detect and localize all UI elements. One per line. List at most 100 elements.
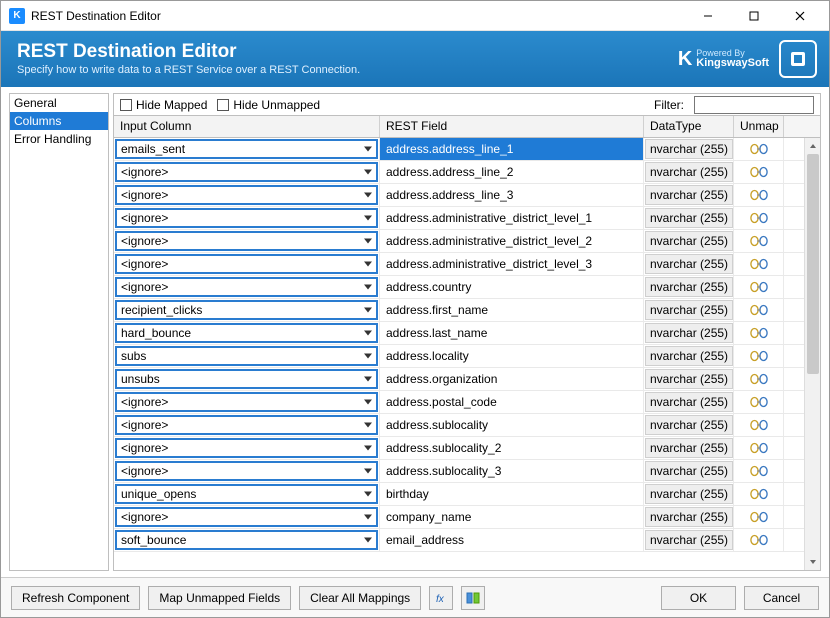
unmap-button[interactable] [750,280,768,294]
table-row[interactable]: <ignore>address.address_line_2nvarchar (… [114,161,820,184]
table-row[interactable]: emails_sentaddress.address_line_1nvarcha… [114,138,820,161]
input-column-dropdown[interactable]: <ignore> [115,185,378,205]
scroll-up-button[interactable] [805,138,821,154]
input-column-dropdown[interactable]: <ignore> [115,507,378,527]
scroll-thumb[interactable] [807,154,819,374]
unmap-button[interactable] [750,441,768,455]
input-column-dropdown[interactable]: <ignore> [115,254,378,274]
documentation-button[interactable] [779,40,817,78]
table-row[interactable]: <ignore>company_namenvarchar (255) [114,506,820,529]
input-column-dropdown[interactable]: <ignore> [115,461,378,481]
table-row[interactable]: recipient_clicksaddress.first_namenvarch… [114,299,820,322]
input-column-dropdown[interactable]: <ignore> [115,392,378,412]
unmap-button[interactable] [750,165,768,179]
header-datatype[interactable]: DataType [644,116,734,137]
clear-all-mappings-button[interactable]: Clear All Mappings [299,586,421,610]
unmap-button[interactable] [750,142,768,156]
sidebar-item-columns[interactable]: Columns [10,112,108,130]
table-row[interactable]: <ignore>address.sublocality_2nvarchar (2… [114,437,820,460]
input-column-dropdown[interactable]: recipient_clicks [115,300,378,320]
datatype-cell: nvarchar (255) [645,461,733,481]
titlebar: K REST Destination Editor [1,1,829,31]
table-row[interactable]: <ignore>address.administrative_district_… [114,207,820,230]
table-row[interactable]: <ignore>address.sublocality_3nvarchar (2… [114,460,820,483]
input-column-dropdown[interactable]: soft_bounce [115,530,378,550]
cancel-button[interactable]: Cancel [744,586,819,610]
datatype-cell: nvarchar (255) [645,277,733,297]
chevron-down-icon [809,558,817,566]
table-row[interactable]: hard_bounceaddress.last_namenvarchar (25… [114,322,820,345]
input-column-dropdown[interactable]: unsubs [115,369,378,389]
unmap-button[interactable] [750,326,768,340]
table-row[interactable]: <ignore>address.postal_codenvarchar (255… [114,391,820,414]
maximize-button[interactable] [731,2,777,30]
unmap-button[interactable] [750,533,768,547]
sidebar-item-general[interactable]: General [10,94,108,112]
close-icon [795,11,805,21]
unmap-button[interactable] [750,464,768,478]
expression-editor-button[interactable]: fx [429,586,453,610]
input-column-dropdown[interactable]: <ignore> [115,438,378,458]
table-row[interactable]: <ignore>address.sublocalitynvarchar (255… [114,414,820,437]
input-column-dropdown[interactable]: emails_sent [115,139,378,159]
svg-text:fx: fx [436,594,445,605]
unmap-button[interactable] [750,418,768,432]
input-column-dropdown[interactable]: subs [115,346,378,366]
hide-unmapped-checkbox[interactable]: Hide Unmapped [217,98,320,112]
table-row[interactable]: soft_bounceemail_addressnvarchar (255) [114,529,820,552]
unmap-button[interactable] [750,303,768,317]
close-button[interactable] [777,2,823,30]
rest-field-cell: address.administrative_district_level_2 [380,230,644,252]
table-row[interactable]: <ignore>address.address_line_3nvarchar (… [114,184,820,207]
minimize-button[interactable] [685,2,731,30]
ok-button[interactable]: OK [661,586,736,610]
input-column-dropdown[interactable]: hard_bounce [115,323,378,343]
input-column-dropdown[interactable]: <ignore> [115,231,378,251]
rest-field-cell: address.address_line_1 [380,138,644,160]
sidebar: GeneralColumnsError Handling [9,93,109,571]
table-row[interactable]: <ignore>address.countrynvarchar (255) [114,276,820,299]
header-input-column[interactable]: Input Column [114,116,380,137]
input-column-dropdown[interactable]: <ignore> [115,162,378,182]
datatype-cell: nvarchar (255) [645,507,733,527]
mapping-table: Input Column REST Field DataType Unmap e… [113,115,821,571]
refresh-component-button[interactable]: Refresh Component [11,586,140,610]
table-row[interactable]: unsubsaddress.organizationnvarchar (255) [114,368,820,391]
footer-bar: Refresh Component Map Unmapped Fields Cl… [1,577,829,617]
datatype-cell: nvarchar (255) [645,438,733,458]
column-chooser-button[interactable] [461,586,485,610]
datatype-cell: nvarchar (255) [645,346,733,366]
rest-field-cell: address.locality [380,345,644,367]
table-row[interactable]: subsaddress.localitynvarchar (255) [114,345,820,368]
sidebar-item-error-handling[interactable]: Error Handling [10,130,108,148]
unmap-button[interactable] [750,257,768,271]
table-row[interactable]: unique_opensbirthdaynvarchar (255) [114,483,820,506]
input-column-dropdown[interactable]: unique_opens [115,484,378,504]
filter-input[interactable] [694,96,814,114]
unmap-button[interactable] [750,487,768,501]
header-band: REST Destination Editor Specify how to w… [1,31,829,87]
unmap-button[interactable] [750,372,768,386]
unmap-button[interactable] [750,188,768,202]
filter-label: Filter: [654,98,684,112]
vertical-scrollbar[interactable] [804,138,820,570]
hide-mapped-checkbox[interactable]: Hide Mapped [120,98,207,112]
header-unmap[interactable]: Unmap [734,116,784,137]
input-column-dropdown[interactable]: <ignore> [115,415,378,435]
unmap-button[interactable] [750,234,768,248]
header-rest-field[interactable]: REST Field [380,116,644,137]
dialog-window: K REST Destination Editor REST Destinati… [0,0,830,618]
rest-field-cell: address.sublocality_2 [380,437,644,459]
unmap-button[interactable] [750,349,768,363]
table-row[interactable]: <ignore>address.administrative_district_… [114,230,820,253]
unmap-button[interactable] [750,395,768,409]
input-column-dropdown[interactable]: <ignore> [115,277,378,297]
scroll-down-button[interactable] [805,554,821,570]
input-column-dropdown[interactable]: <ignore> [115,208,378,228]
unmap-button[interactable] [750,211,768,225]
unmap-button[interactable] [750,510,768,524]
datatype-cell: nvarchar (255) [645,392,733,412]
map-unmapped-fields-button[interactable]: Map Unmapped Fields [148,586,291,610]
table-row[interactable]: <ignore>address.administrative_district_… [114,253,820,276]
rest-field-cell: address.first_name [380,299,644,321]
